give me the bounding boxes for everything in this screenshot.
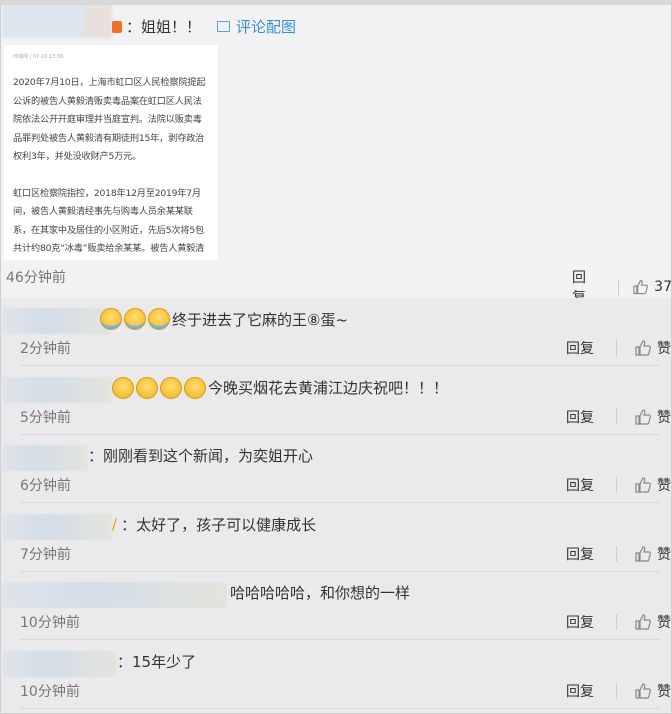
window-frame [0, 0, 672, 714]
